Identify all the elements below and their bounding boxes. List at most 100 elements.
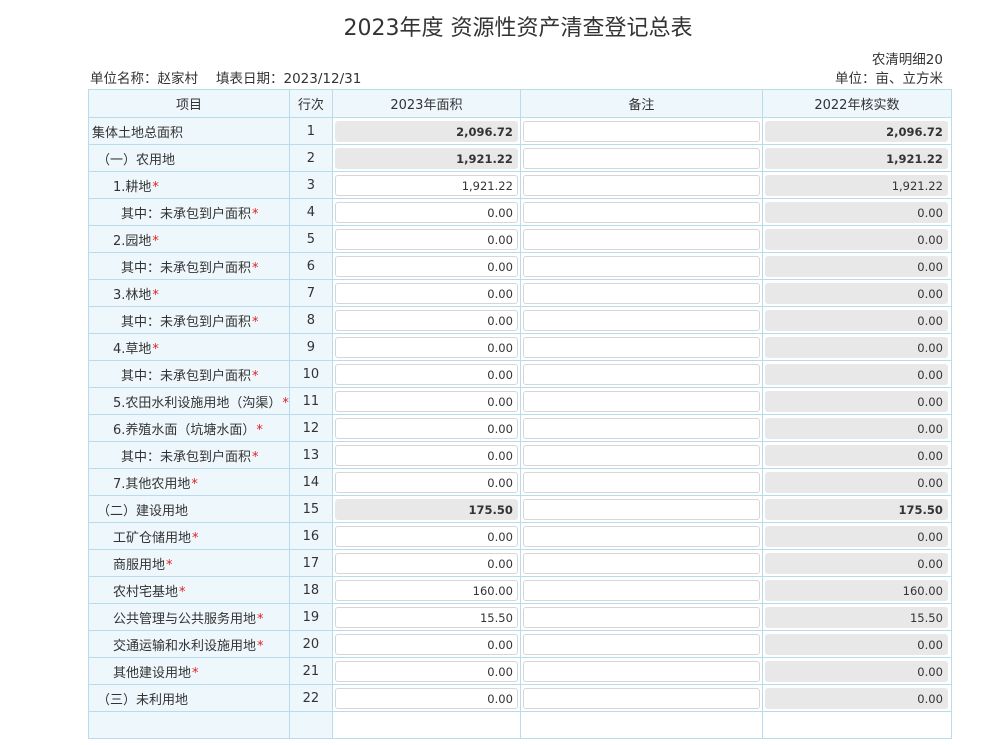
table-row: 交通运输和水利设施用地* 20 0.00 0.00 (88, 630, 952, 658)
remark-input[interactable] (522, 633, 760, 655)
area-2023-input[interactable]: 0.00 (334, 525, 518, 547)
verified-2022-cell: 0.00 (761, 279, 952, 307)
required-asterisk-icon: * (252, 314, 259, 330)
table-row: （一）农用地 2 1,921.22 1,921.22 (88, 144, 952, 172)
row-label-cell: 4.草地* (88, 333, 290, 361)
area-2023-input[interactable]: 0.00 (334, 471, 518, 493)
required-asterisk-icon: * (166, 557, 173, 573)
header-row-no: 行次 (288, 89, 333, 118)
remark-input[interactable] (522, 444, 760, 466)
area-2023-cell: 1,921.22 (331, 171, 521, 199)
area-2023-input[interactable]: 1,921.22 (334, 174, 518, 196)
verified-2022-cell: 0.00 (761, 468, 952, 496)
table-row: 集体土地总面积 1 2,096.72 2,096.72 (88, 117, 952, 145)
verified-2022-cell: 0.00 (761, 360, 952, 388)
row-label-cell: 其中：未承包到户面积* (88, 441, 290, 469)
area-2023-input[interactable]: 0.00 (334, 444, 518, 466)
required-asterisk-icon: * (252, 368, 259, 384)
remark-input[interactable] (522, 525, 760, 547)
row-number: 21 (288, 657, 333, 685)
area-2023-input[interactable]: 0.00 (334, 390, 518, 412)
remark-input[interactable] (522, 579, 760, 601)
remark-input[interactable] (522, 147, 760, 169)
remark-input[interactable] (522, 417, 760, 439)
remark-input[interactable] (522, 120, 760, 142)
row-number: 2 (288, 144, 333, 172)
remark-input[interactable] (522, 660, 760, 682)
remark-input[interactable] (522, 255, 760, 277)
area-2023-cell: 0.00 (331, 387, 521, 415)
row-label: 其中：未承包到户面积 (121, 260, 252, 276)
required-asterisk-icon: * (152, 287, 159, 303)
row-number: 18 (288, 576, 333, 604)
area-2023-input[interactable]: 0.00 (334, 633, 518, 655)
table-row: 公共管理与公共服务用地* 19 15.50 15.50 (88, 603, 952, 631)
table-row: 其中：未承包到户面积* 10 0.00 0.00 (88, 360, 952, 388)
row-number: 9 (288, 333, 333, 361)
remark-input[interactable] (522, 201, 760, 223)
remark-cell (519, 144, 763, 172)
area-2023-input[interactable]: 0.00 (334, 255, 518, 277)
area-2023-input[interactable]: 0.00 (334, 687, 518, 709)
area-2023-input[interactable]: 0.00 (334, 417, 518, 439)
area-2023-input[interactable]: 160.00 (334, 579, 518, 601)
remark-input[interactable] (522, 606, 760, 628)
remark-input[interactable] (522, 471, 760, 493)
verified-2022-value: 0.00 (764, 309, 948, 331)
remark-input[interactable] (522, 552, 760, 574)
area-2023-input[interactable]: 0.00 (334, 201, 518, 223)
header-area-2023: 2023年面积 (331, 89, 521, 118)
table-row: 5.农田水利设施用地（沟渠）* 11 0.00 0.00 (88, 387, 952, 415)
remark-input[interactable] (522, 174, 760, 196)
remark-input[interactable] (522, 687, 760, 709)
table-row: 其中：未承包到户面积* 6 0.00 0.00 (88, 252, 952, 280)
remark-cell (519, 414, 763, 442)
area-2023-input[interactable]: 0.00 (334, 228, 518, 250)
table-row: 农村宅基地* 18 160.00 160.00 (88, 576, 952, 604)
row-number: 13 (288, 441, 333, 469)
row-label-cell: 1.耕地* (88, 171, 290, 199)
table-row: 工矿仓储用地* 16 0.00 0.00 (88, 522, 952, 550)
remark-input[interactable] (522, 336, 760, 358)
area-2023-input[interactable]: 0.00 (334, 282, 518, 304)
row-number: 8 (288, 306, 333, 334)
area-2023-input[interactable]: 0.00 (334, 309, 518, 331)
verified-2022-value: 0.00 (764, 363, 948, 385)
verified-2022-value: 0.00 (764, 255, 948, 277)
verified-2022-cell: 0.00 (761, 684, 952, 712)
area-2023-cell: 0.00 (331, 549, 521, 577)
remark-input[interactable] (522, 228, 760, 250)
row-label-cell: 其中：未承包到户面积* (88, 252, 290, 280)
remark-input[interactable] (522, 309, 760, 331)
row-label-cell: 交通运输和水利设施用地* (88, 630, 290, 658)
verified-2022-value: 0.00 (764, 390, 948, 412)
remark-input[interactable] (522, 363, 760, 385)
row-number: 3 (288, 171, 333, 199)
remark-cell (519, 522, 763, 550)
required-asterisk-icon: * (257, 611, 264, 627)
empty-cell (761, 711, 952, 739)
verified-2022-value: 0.00 (764, 282, 948, 304)
verified-2022-cell: 0.00 (761, 630, 952, 658)
fill-date: 填表日期：2023/12/31 (216, 71, 362, 87)
area-2023-input[interactable]: 0.00 (334, 363, 518, 385)
area-2023-input[interactable]: 0.00 (334, 336, 518, 358)
required-asterisk-icon: * (252, 449, 259, 465)
remark-input[interactable] (522, 282, 760, 304)
area-2023-input[interactable]: 0.00 (334, 660, 518, 682)
remark-input[interactable] (522, 498, 760, 520)
row-label: 其他建设用地 (113, 665, 192, 681)
remark-input[interactable] (522, 390, 760, 412)
row-label-cell: 其中：未承包到户面积* (88, 360, 290, 388)
area-2023-input[interactable]: 0.00 (334, 552, 518, 574)
table-row: 其中：未承包到户面积* 13 0.00 0.00 (88, 441, 952, 469)
row-label: 商服用地 (113, 557, 166, 573)
page-title: 2023年度 资源性资产清查登记总表 (343, 16, 693, 41)
verified-2022-cell: 0.00 (761, 522, 952, 550)
area-2023-cell: 0.00 (331, 225, 521, 253)
remark-cell (519, 549, 763, 577)
area-2023-input[interactable]: 15.50 (334, 606, 518, 628)
table-row: 7.其他农用地* 14 0.00 0.00 (88, 468, 952, 496)
verified-2022-cell: 1,921.22 (761, 144, 952, 172)
row-label-cell: 商服用地* (88, 549, 290, 577)
